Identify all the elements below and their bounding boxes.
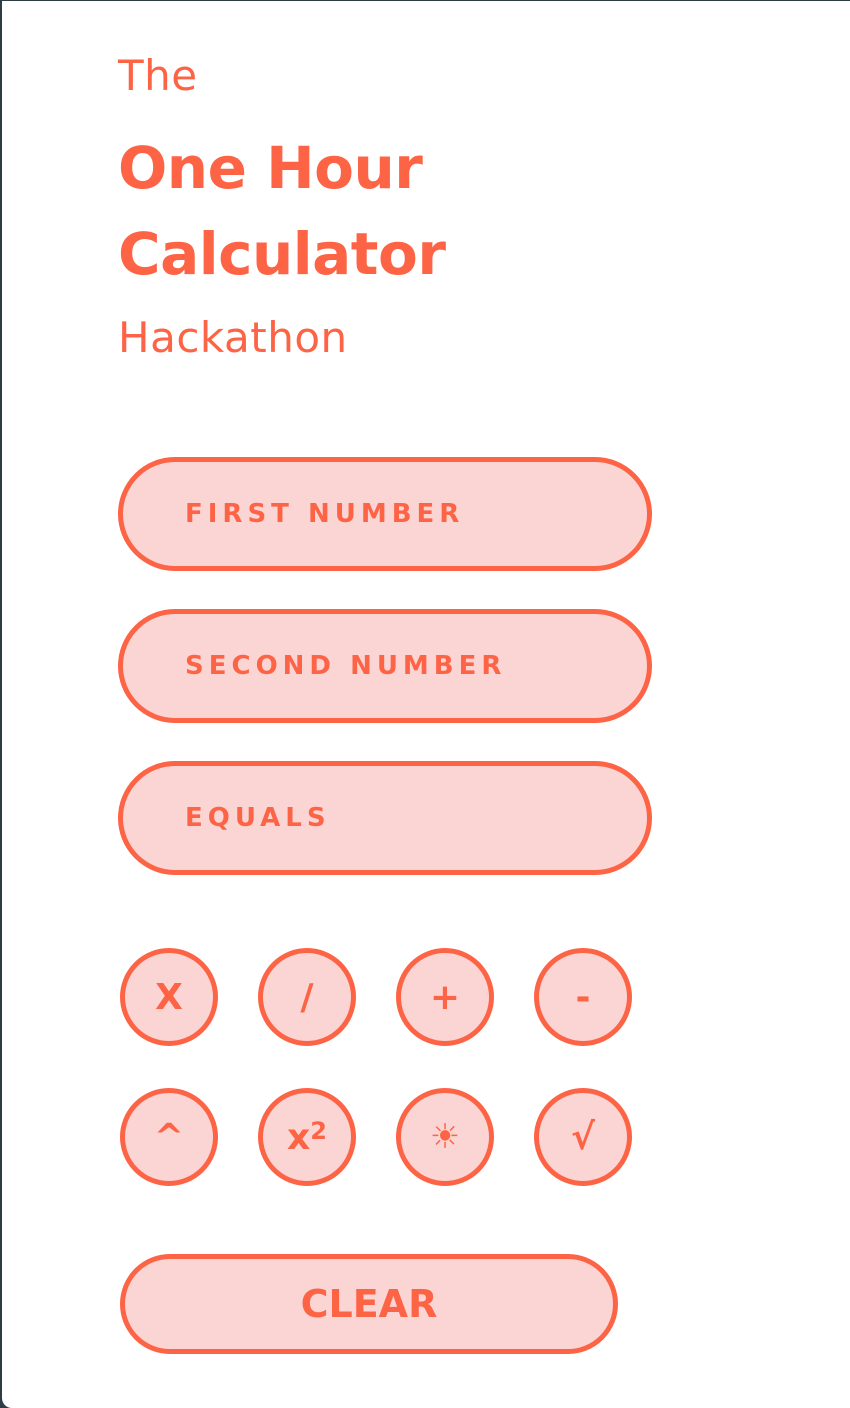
add-button[interactable]: +: [396, 948, 494, 1046]
first-number-input[interactable]: [118, 457, 652, 571]
app-window: The One Hour Calculator Hackathon X / + …: [2, 1, 850, 1408]
sun-button[interactable]: ☀: [396, 1088, 494, 1186]
square-exponent: 2: [310, 1117, 327, 1145]
power-button[interactable]: ^: [120, 1088, 218, 1186]
divide-button[interactable]: /: [258, 948, 356, 1046]
square-base: x: [287, 1116, 311, 1158]
sqrt-button[interactable]: √: [534, 1088, 632, 1186]
sun-icon: ☀: [429, 1117, 461, 1157]
title-suffix: Hackathon: [118, 313, 348, 362]
subtract-button[interactable]: -: [534, 948, 632, 1046]
multiply-button[interactable]: X: [120, 948, 218, 1046]
clear-button[interactable]: CLEAR: [120, 1254, 618, 1354]
title-line-1: One Hour: [118, 134, 423, 202]
title-line-2: Calculator: [118, 220, 446, 288]
second-number-input[interactable]: [118, 609, 652, 723]
equals-output[interactable]: [118, 761, 652, 875]
square-button[interactable]: x2: [258, 1088, 356, 1186]
title-prefix: The: [118, 51, 198, 100]
page-title: One Hour Calculator: [118, 125, 446, 297]
